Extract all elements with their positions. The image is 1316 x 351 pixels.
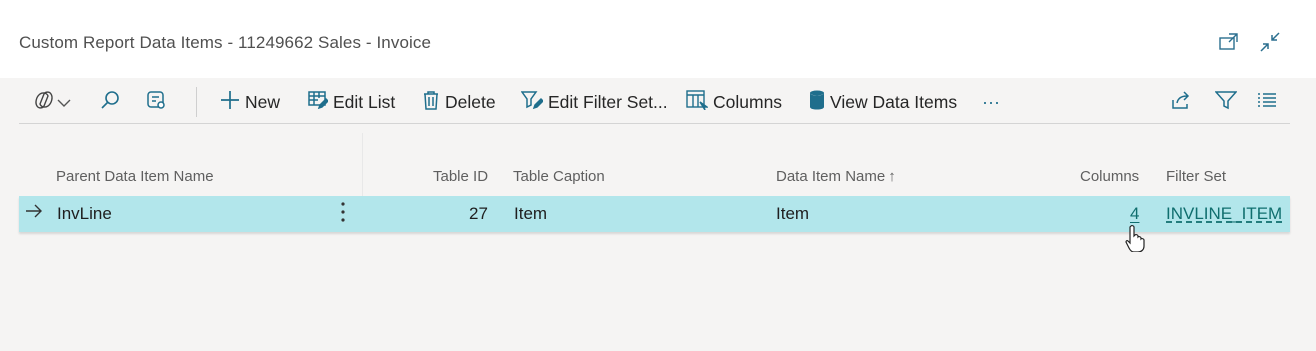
column-header-parent-data-item-name[interactable]: Parent Data Item Name [56,168,214,185]
search-button[interactable] [99,82,121,122]
new-label: New [245,91,281,112]
share-button[interactable] [1170,82,1192,122]
list-view-icon [1257,92,1277,113]
database-icon [809,90,825,115]
chevron-down-icon [57,92,71,113]
hand-cursor-icon [1125,224,1145,257]
arrow-right-icon [25,202,43,225]
search-icon [99,89,121,116]
list-view-button[interactable] [1257,82,1277,122]
view-data-items-button[interactable]: View Data Items [809,82,957,122]
filter-icon [1214,90,1238,115]
table-row[interactable]: InvLine 27 Item Item 4 INVLINE_ITEM [19,196,1290,232]
column-header-columns[interactable]: Columns [1080,168,1139,185]
collapse-icon[interactable] [1258,30,1282,54]
plus-icon [220,90,240,115]
edit-list-icon [308,90,330,115]
personalize-icon [145,89,167,116]
edit-list-button[interactable]: Edit List [308,82,395,122]
row-menu-icon[interactable] [340,201,346,228]
personalize-button[interactable] [145,82,167,122]
columns-button[interactable]: Columns [686,82,782,122]
column-header-table-caption[interactable]: Table Caption [513,168,605,185]
delete-button[interactable]: Delete [422,82,496,122]
edit-filter-icon [520,90,545,115]
cell-table-id[interactable]: 27 [469,204,488,224]
edit-filter-set-button[interactable]: Edit Filter Set... [520,82,668,122]
cell-table-caption[interactable]: Item [514,204,547,224]
trash-icon [422,90,440,115]
view-data-items-label: View Data Items [830,91,958,112]
page-title: Custom Report Data Items - 11249662 Sale… [19,33,432,52]
column-header-table-id[interactable]: Table ID [433,168,488,185]
toolbar-divider [196,87,197,117]
page-header: Custom Report Data Items - 11249662 Sale… [0,0,1316,78]
sort-ascending-icon: ↑ [888,168,896,185]
new-button[interactable]: New [220,82,280,122]
columns-label: Columns [713,91,783,112]
filter-button[interactable] [1214,82,1238,122]
copilot-icon [33,89,55,116]
column-header-label: Data Item Name [776,168,886,185]
column-header-data-item-name[interactable]: Data Item Name ↑ [776,168,896,185]
cell-data-item-name[interactable]: Item [776,204,809,224]
columns-icon [686,89,710,115]
column-header-filter-set[interactable]: Filter Set [1166,168,1226,185]
more-options-button[interactable]: ··· [982,82,1000,122]
action-bar: New Edit List Delete Edit Filter Set... [19,82,1290,124]
delete-label: Delete [445,91,496,112]
open-in-new-window-icon[interactable] [1217,30,1241,54]
share-icon [1170,90,1192,115]
cell-parent-data-item-name[interactable]: InvLine [57,204,112,224]
edit-filter-set-label: Edit Filter Set... [548,91,668,112]
cell-filter-set-link[interactable]: INVLINE_ITEM [1166,204,1282,224]
copilot-menu-button[interactable] [33,82,71,122]
cell-columns-link[interactable]: 4 [1130,204,1139,224]
edit-list-label: Edit List [333,91,396,112]
column-resize-divider [362,133,363,196]
